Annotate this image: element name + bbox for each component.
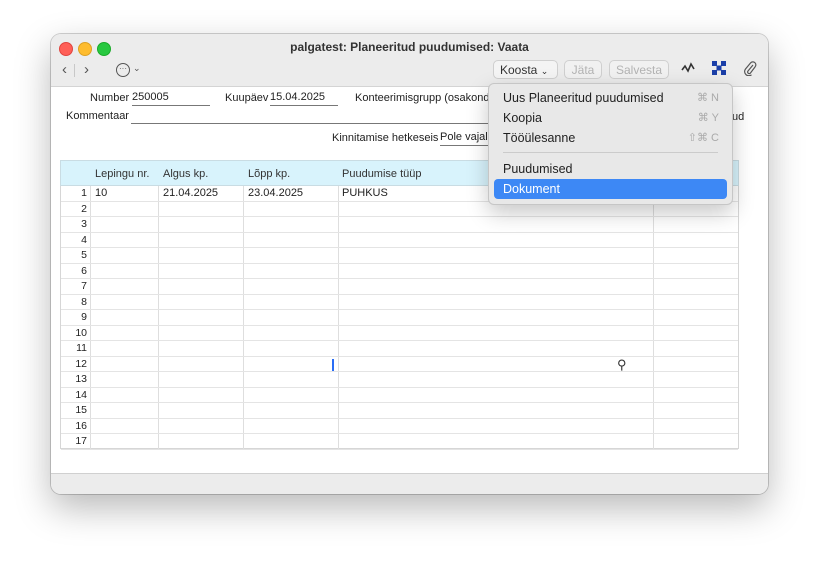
row-number: 5 — [81, 249, 87, 261]
more-actions-button[interactable]: ··· — [116, 63, 130, 77]
menu-item-label: Puudumised — [503, 162, 573, 176]
row-number: 6 — [81, 264, 87, 277]
chevron-down-icon[interactable]: ⌄ — [133, 63, 141, 74]
koosta-label: Koosta — [500, 63, 538, 77]
cell-algus[interactable]: 21.04.2025 — [163, 187, 218, 199]
activity-icon[interactable] — [681, 61, 695, 78]
window-title: palgatest: Planeeritud puudumised: Vaata — [290, 40, 529, 54]
cell-lepingu[interactable]: 10 — [95, 187, 107, 199]
row-number: 17 — [75, 435, 87, 447]
konteerimisgrupp-label: Konteerimisgrupp (osakond — [355, 92, 490, 104]
table-row[interactable]: 13 — [61, 372, 738, 388]
row-number: 8 — [81, 295, 87, 308]
text-cursor — [332, 359, 334, 371]
table-row[interactable]: 14 — [61, 388, 738, 403]
kommentaar-label: Kommentaar — [66, 110, 129, 122]
row-number: 11 — [76, 342, 87, 354]
column-header-lepingu[interactable]: Lepingu nr. — [95, 168, 149, 180]
cell-lopp[interactable]: 23.04.2025 — [248, 187, 303, 199]
status-bar — [51, 473, 768, 494]
table-row[interactable]: 11 — [61, 341, 738, 357]
kinnitamise-label: Kinnitamise hetkeseis — [332, 132, 439, 144]
table-row[interactable]: 7 — [61, 279, 738, 295]
menu-shortcut: ⌘ N — [697, 92, 719, 104]
table-row[interactable]: 10 — [61, 326, 738, 341]
x-grid-icon[interactable] — [712, 61, 726, 78]
table-row[interactable]: 5 — [61, 248, 738, 264]
kuupaev-field[interactable]: 15.04.2025 — [270, 91, 338, 106]
column-header-algus[interactable]: Algus kp. — [163, 168, 208, 180]
menu-separator — [503, 152, 718, 153]
row-number: 14 — [75, 388, 87, 401]
table-row[interactable]: 8 — [61, 295, 738, 310]
row-number: 15 — [75, 404, 87, 416]
menu-item-koopia[interactable]: Koopia ⌘ Y — [494, 108, 727, 128]
kuupaev-label: Kuupäev — [225, 92, 269, 104]
row-number: 2 — [81, 202, 87, 215]
koosta-button[interactable]: Koosta ⌄ — [493, 60, 558, 79]
chevron-down-icon: ⌄ — [540, 66, 549, 76]
back-button[interactable]: ‹ — [62, 61, 67, 79]
chevron-right-icon: › — [84, 61, 89, 78]
menu-item-label: Uus Planeeritud puudumised — [503, 91, 664, 105]
table-row[interactable]: 4 — [61, 233, 738, 248]
paperclip-icon[interactable] — [743, 61, 757, 79]
column-header-lopp[interactable]: Lõpp kp. — [248, 168, 290, 180]
column-header-tyyp[interactable]: Puudumise tüüp — [342, 168, 422, 180]
row-number: 10 — [75, 326, 87, 339]
cell-tyyp[interactable]: PUHKUS — [342, 187, 388, 199]
nav-divider — [74, 64, 75, 77]
menu-item-puudumised[interactable]: Puudumised — [494, 159, 727, 179]
magnifier-icon[interactable]: ⚲ — [617, 357, 627, 373]
number-field[interactable]: 250005 — [132, 91, 210, 106]
menu-item-label: Koopia — [503, 111, 542, 125]
number-label: Number — [90, 92, 130, 104]
trailing-label: ud — [732, 111, 745, 123]
menu-item-label: Tööülesanne — [503, 131, 576, 145]
menu-item-uus-planeeritud-puudumised[interactable]: Uus Planeeritud puudumised ⌘ N — [494, 88, 727, 108]
table-row[interactable]: 17 — [61, 434, 738, 450]
table-body: 1 10 21.04.2025 23.04.2025 PUHKUS 2 3 4 5 6 7 8 9 10 1… — [60, 186, 739, 450]
menu-shortcut: ⌘ Y — [697, 112, 719, 124]
row-number: 16 — [75, 419, 87, 432]
row-number: 3 — [81, 218, 87, 230]
table-row[interactable]: 3 — [61, 217, 738, 233]
menu-shortcut: ⇧⌘ C — [687, 132, 719, 144]
row-number: 13 — [75, 373, 87, 385]
table-row[interactable]: 12 — [61, 357, 738, 372]
row-number: 12 — [75, 357, 87, 370]
row-number: 7 — [81, 280, 87, 292]
jata-button[interactable]: Jäta — [564, 60, 602, 79]
row-number: 9 — [81, 311, 87, 323]
ellipsis-circle-icon: ··· — [119, 64, 127, 73]
salvesta-button[interactable]: Salvesta — [609, 60, 669, 79]
kommentaar-field[interactable] — [131, 109, 491, 124]
title-bar: palgatest: Planeeritud puudumised: Vaata… — [51, 34, 768, 87]
menu-item-dokument[interactable]: Dokument — [494, 179, 727, 199]
table-row[interactable]: 9 — [61, 310, 738, 326]
row-number: 4 — [81, 233, 87, 246]
koosta-dropdown-menu: Uus Planeeritud puudumised ⌘ N Koopia ⌘ Y Tö… — [488, 83, 733, 205]
row-number: 1 — [81, 187, 87, 199]
menu-item-label: Dokument — [503, 182, 560, 196]
table-row[interactable]: 16 — [61, 419, 738, 434]
kinnitamise-field[interactable]: Pole vajali — [440, 131, 492, 146]
menu-item-t-lesanne[interactable]: Tööülesanne ⇧⌘ C — [494, 128, 727, 148]
table-row[interactable]: 15 — [61, 403, 738, 419]
table-row[interactable]: 6 — [61, 264, 738, 279]
forward-button[interactable]: › — [84, 61, 89, 79]
chevron-left-icon: ‹ — [62, 61, 67, 78]
